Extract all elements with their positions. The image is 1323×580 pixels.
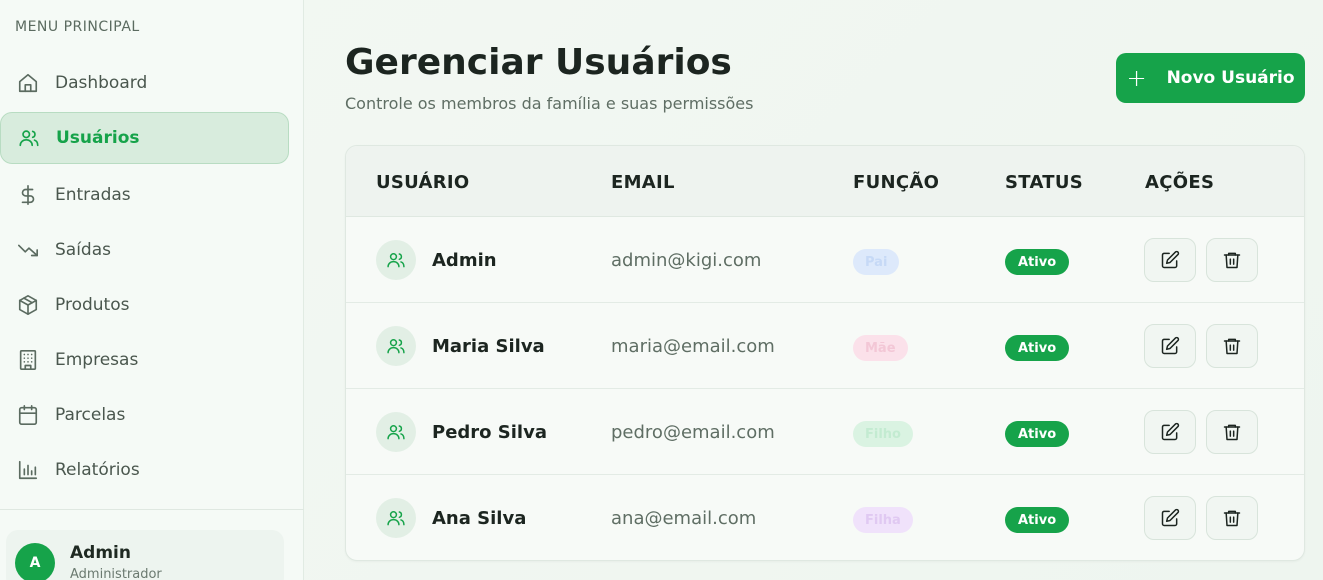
- building-icon: [16, 348, 40, 372]
- sidebar-item-label: Empresas: [55, 350, 139, 370]
- trash-icon: [1223, 424, 1241, 441]
- sidebar-item-parcelas[interactable]: Parcelas: [0, 389, 289, 441]
- sidebar-item-label: Parcelas: [55, 405, 126, 425]
- user-email: ana@email.com: [611, 508, 757, 529]
- trending-down-icon: [16, 238, 40, 262]
- user-email: maria@email.com: [611, 336, 775, 357]
- status-badge: Ativo: [1005, 249, 1070, 275]
- column-header-usuario: USUÁRIO: [376, 172, 470, 193]
- status-badge: Ativo: [1005, 335, 1070, 361]
- sidebar-item-usuarios[interactable]: Usuários: [0, 112, 289, 164]
- users-table: USUÁRIO EMAIL FUNÇÃO STATUS AÇÕES Admin …: [345, 145, 1305, 561]
- sidebar-item-saidas[interactable]: Saídas: [0, 224, 289, 276]
- user-name: Pedro Silva: [432, 422, 547, 443]
- edit-button[interactable]: [1144, 410, 1196, 454]
- user-card[interactable]: A Admin Administrador: [6, 530, 284, 580]
- dollar-icon: [16, 183, 40, 207]
- users-icon: [17, 126, 41, 150]
- table-row: Ana Silva ana@email.com Filha Ativo: [346, 475, 1304, 560]
- column-header-status: STATUS: [1005, 172, 1084, 193]
- user-role: Administrador: [70, 567, 162, 580]
- user-name: Admin: [432, 250, 497, 271]
- edit-icon: [1161, 422, 1180, 441]
- users-icon: [376, 412, 416, 452]
- new-user-button-label: Novo Usuário: [1166, 68, 1295, 88]
- sidebar: MENU PRINCIPAL Dashboard Usuários Entrad…: [0, 0, 304, 580]
- edit-icon: [1161, 336, 1180, 355]
- delete-button[interactable]: [1206, 496, 1258, 540]
- users-icon: [376, 240, 416, 280]
- delete-button[interactable]: [1206, 410, 1258, 454]
- role-badge: Filha: [853, 507, 913, 533]
- avatar: A: [15, 543, 55, 580]
- column-header-acoes: AÇÕES: [1145, 172, 1215, 193]
- users-icon: [376, 498, 416, 538]
- sidebar-item-label: Saídas: [55, 240, 111, 260]
- sidebar-item-label: Entradas: [55, 185, 131, 205]
- plus-icon: +: [1126, 64, 1147, 92]
- trash-icon: [1223, 338, 1241, 355]
- page-title: Gerenciar Usuários: [345, 42, 732, 83]
- trash-icon: [1223, 510, 1241, 527]
- user-email: pedro@email.com: [611, 422, 775, 443]
- edit-icon: [1161, 508, 1180, 527]
- sidebar-divider: [0, 509, 304, 510]
- role-badge: Mãe: [853, 335, 908, 361]
- edit-button[interactable]: [1144, 238, 1196, 282]
- sidebar-item-relatorios[interactable]: Relatórios: [0, 444, 289, 496]
- role-badge: Filho: [853, 421, 913, 447]
- box-icon: [16, 293, 40, 317]
- edit-icon: [1161, 250, 1180, 269]
- sidebar-item-label: Usuários: [56, 128, 140, 148]
- users-icon: [376, 326, 416, 366]
- column-header-email: EMAIL: [611, 172, 675, 193]
- table-row: Maria Silva maria@email.com Mãe Ativo: [346, 303, 1304, 389]
- table-header: USUÁRIO EMAIL FUNÇÃO STATUS AÇÕES: [346, 146, 1304, 217]
- sidebar-item-label: Relatórios: [55, 460, 140, 480]
- user-name: Ana Silva: [432, 508, 527, 529]
- sidebar-item-entradas[interactable]: Entradas: [0, 169, 289, 221]
- sidebar-item-label: Dashboard: [55, 73, 148, 93]
- column-header-funcao: FUNÇÃO: [853, 172, 940, 193]
- calendar-icon: [16, 403, 40, 427]
- page-subtitle: Controle os membros da família e suas pe…: [345, 94, 754, 113]
- table-row: Pedro Silva pedro@email.com Filho Ativo: [346, 389, 1304, 475]
- status-badge: Ativo: [1005, 421, 1070, 447]
- sidebar-item-produtos[interactable]: Produtos: [0, 279, 289, 331]
- new-user-button[interactable]: + Novo Usuário: [1116, 53, 1305, 103]
- menu-title: MENU PRINCIPAL: [15, 19, 140, 35]
- user-email: admin@kigi.com: [611, 250, 762, 271]
- sidebar-item-dashboard[interactable]: Dashboard: [0, 57, 289, 109]
- edit-button[interactable]: [1144, 496, 1196, 540]
- sidebar-item-empresas[interactable]: Empresas: [0, 334, 289, 386]
- delete-button[interactable]: [1206, 238, 1258, 282]
- bar-chart-icon: [16, 458, 40, 482]
- table-row: Admin admin@kigi.com Pai Ativo: [346, 217, 1304, 303]
- user-name: Maria Silva: [432, 336, 545, 357]
- user-name: Admin: [70, 543, 131, 563]
- edit-button[interactable]: [1144, 324, 1196, 368]
- home-icon: [16, 71, 40, 95]
- status-badge: Ativo: [1005, 507, 1070, 533]
- sidebar-item-label: Produtos: [55, 295, 130, 315]
- delete-button[interactable]: [1206, 324, 1258, 368]
- trash-icon: [1223, 252, 1241, 269]
- role-badge: Pai: [853, 249, 900, 275]
